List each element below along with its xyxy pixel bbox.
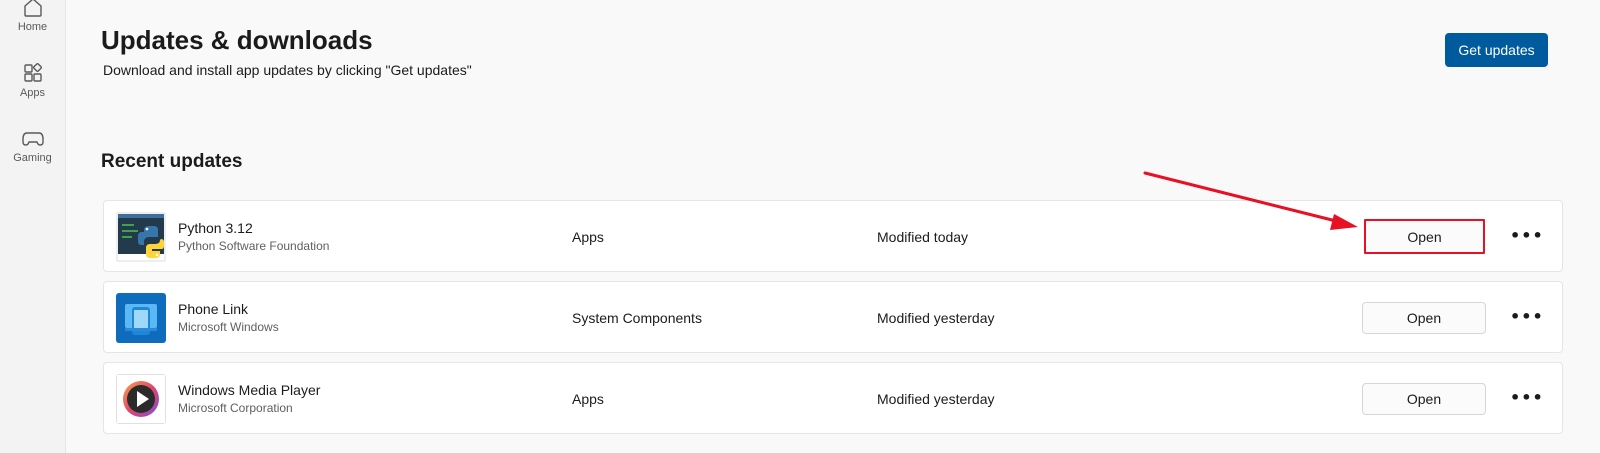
list-item[interactable]: Python 3.12 Python Software Foundation A…	[103, 200, 1563, 272]
more-options-button[interactable]: •••	[1504, 385, 1543, 411]
home-icon	[23, 0, 42, 17]
sidebar-item-label: Gaming	[13, 152, 52, 164]
sidebar-item-gaming[interactable]: Gaming	[0, 127, 65, 164]
app-publisher: Python Software Foundation	[178, 239, 330, 253]
app-modified-status: Modified yesterday	[877, 391, 995, 407]
recent-updates-title: Recent updates	[101, 151, 243, 172]
more-options-button[interactable]: •••	[1504, 223, 1543, 249]
sidebar-item-label: Home	[17, 21, 48, 33]
python-icon	[116, 212, 166, 262]
sidebar-item-label: Apps	[19, 87, 46, 99]
sidebar-item-home[interactable]: Home	[0, 0, 65, 33]
app-name: Python 3.12	[178, 220, 253, 236]
app-name: Phone Link	[178, 301, 249, 317]
gaming-icon	[21, 132, 44, 146]
open-button[interactable]: Open	[1362, 383, 1486, 415]
phone-link-icon	[116, 293, 166, 343]
app-publisher: Microsoft Corporation	[178, 401, 293, 415]
app-modified-status: Modified today	[877, 229, 969, 245]
app-publisher: Microsoft Windows	[178, 320, 279, 334]
page-title: Updates & downloads	[101, 25, 373, 55]
open-button[interactable]: Open	[1364, 219, 1485, 254]
list-item[interactable]: Phone Link Microsoft Windows System Comp…	[103, 281, 1563, 353]
app-category: Apps	[572, 391, 604, 407]
sidebar-item-apps[interactable]: Apps	[0, 62, 65, 99]
page-subtitle: Download and install app updates by clic…	[103, 62, 472, 78]
get-updates-button[interactable]: Get updates	[1445, 33, 1548, 67]
app-modified-status: Modified yesterday	[877, 310, 995, 326]
media-player-icon	[116, 374, 166, 424]
sidebar: Home Apps Gaming	[0, 0, 66, 453]
open-button[interactable]: Open	[1362, 302, 1486, 334]
list-item[interactable]: Windows Media Player Microsoft Corporati…	[103, 362, 1563, 434]
app-category: Apps	[572, 229, 604, 245]
more-options-button[interactable]: •••	[1504, 304, 1543, 330]
main-content: Updates & downloads Download and install…	[65, 0, 1600, 453]
app-name: Windows Media Player	[178, 382, 321, 398]
app-category: System Components	[572, 310, 702, 326]
apps-icon	[23, 62, 42, 82]
